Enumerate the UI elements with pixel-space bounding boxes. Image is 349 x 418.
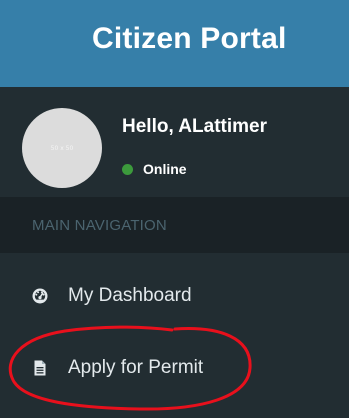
- sidebar-item-label: My Dashboard: [68, 285, 192, 306]
- sidebar-item-apply-for-permit[interactable]: Apply for Permit: [0, 340, 349, 396]
- app-title: Citizen Portal: [92, 22, 287, 55]
- avatar[interactable]: 50 x 50: [22, 108, 102, 188]
- main-navigation-header: MAIN NAVIGATION: [0, 197, 349, 253]
- status-label: Online: [143, 161, 187, 177]
- dashboard-icon: [32, 288, 48, 304]
- user-status: Online: [122, 161, 187, 177]
- sidebar-item-my-dashboard[interactable]: My Dashboard: [0, 268, 349, 324]
- nav-header-label: MAIN NAVIGATION: [32, 217, 167, 234]
- sidebar-item-label: Apply for Permit: [68, 357, 204, 378]
- avatar-placeholder-text: 50 x 50: [50, 144, 74, 152]
- user-panel: 50 x 50 Hello, ALattimer Online: [0, 87, 349, 197]
- online-status-icon: [122, 163, 133, 175]
- document-icon: [34, 360, 46, 376]
- user-greeting: Hello, ALattimer: [122, 116, 267, 137]
- sidebar-screenshot: Citizen Portal 50 x 50 Hello, ALattimer …: [0, 0, 349, 418]
- app-header: Citizen Portal: [0, 0, 349, 87]
